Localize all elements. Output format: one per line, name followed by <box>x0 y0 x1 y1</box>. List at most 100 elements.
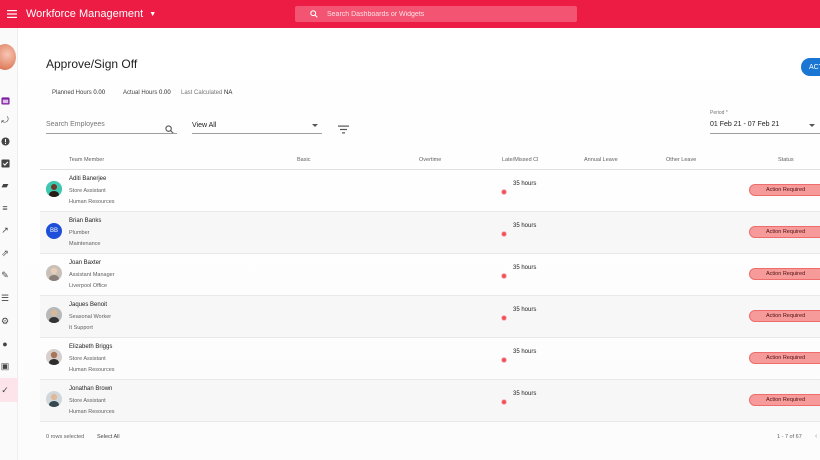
member-name: Joan Baxter <box>69 260 102 266</box>
view-select[interactable]: View All <box>192 122 216 129</box>
open-in-new-icon[interactable]: ⇗ <box>0 247 10 259</box>
checkbox-icon[interactable] <box>0 157 10 169</box>
status-badge[interactable]: Action Required <box>749 268 820 280</box>
table-row[interactable]: Jonathan Brown Store Assistant Human Res… <box>40 380 820 422</box>
rows-selected-count: 0 rows selected <box>46 434 85 440</box>
col-late-missed[interactable]: Late/Missed Cl <box>502 157 538 163</box>
col-other-leave[interactable]: Other Leave <box>666 157 696 163</box>
pagination-range: 1 - 7 of 67 <box>777 434 802 440</box>
planned-hours-value: 0.00 <box>93 90 106 96</box>
avatar <box>46 265 62 281</box>
last-calculated: Last Calculated NA <box>181 90 232 96</box>
select-all-link[interactable]: Select All <box>97 434 120 440</box>
employee-search-underline <box>46 133 177 134</box>
col-overtime[interactable]: Overtime <box>419 157 441 163</box>
global-search[interactable] <box>295 6 577 22</box>
user-avatar[interactable] <box>0 44 16 70</box>
col-team-member[interactable]: Team Member <box>69 157 104 163</box>
sign-off-icon[interactable]: ✓ <box>0 384 10 396</box>
member-name: Elizabeth Briggs <box>69 344 113 350</box>
member-name: Jonathan Brown <box>69 386 113 392</box>
table-row[interactable]: Aditi Banerjee Store Assistant Human Res… <box>40 170 820 212</box>
actual-hours: Actual Hours 0.00 <box>123 90 171 96</box>
caret-down-icon: ▼ <box>149 10 157 18</box>
planned-hours-label: Planned Hours <box>52 90 92 96</box>
main-content: Approve/Sign Off ACT Planned Hours 0.00 … <box>18 28 820 460</box>
status-badge[interactable]: Action Required <box>749 310 820 322</box>
page-title: Approve/Sign Off <box>46 57 138 71</box>
late-hours: 35 hours <box>513 181 537 187</box>
col-annual-leave[interactable]: Annual Leave <box>584 157 618 163</box>
school-icon[interactable]: ▰ <box>0 179 10 191</box>
person-icon[interactable]: ● <box>0 338 10 350</box>
table-row[interactable]: BB Brian Banks Plumber Maintenance 35 ho… <box>40 212 820 254</box>
status-badge[interactable]: Action Required <box>749 226 820 238</box>
late-hours: 35 hours <box>513 349 537 355</box>
filter-icon[interactable] <box>338 121 349 134</box>
late-indicator-icon <box>501 399 507 405</box>
late-indicator-icon <box>501 231 507 237</box>
action-button[interactable]: ACT <box>801 58 820 76</box>
period-caret-icon[interactable] <box>809 124 815 127</box>
table-header: Team Member Basic Overtime Late/Missed C… <box>40 152 820 170</box>
view-select-underline <box>192 133 322 134</box>
app-switcher[interactable]: Workforce Management ▼ <box>26 8 156 20</box>
edit-icon[interactable]: ✎ <box>0 269 10 281</box>
settings-icon[interactable]: ⚙ <box>0 315 10 327</box>
member-role: Store Assistant <box>69 188 106 194</box>
status-badge[interactable]: Action Required <box>749 352 820 364</box>
member-role: Store Assistant <box>69 356 106 362</box>
member-dept: Human Resources <box>69 409 115 415</box>
trending-up-icon[interactable]: ↗ <box>0 224 10 236</box>
table-body: Aditi Banerjee Store Assistant Human Res… <box>40 170 820 422</box>
employee-search-input[interactable] <box>46 121 176 128</box>
swap-icon[interactable]: ⤾ <box>0 114 10 126</box>
event-icon[interactable]: ▣ <box>0 360 10 372</box>
period-underline <box>710 133 820 134</box>
search-icon <box>309 9 319 19</box>
late-hours: 35 hours <box>513 223 537 229</box>
member-role: Plumber <box>69 230 90 236</box>
table-row[interactable]: Jaques Benoit Seasonal Worker It Support… <box>40 296 820 338</box>
avatar <box>46 391 62 407</box>
search-icon[interactable] <box>165 121 174 134</box>
member-dept: It Support <box>69 325 93 331</box>
status-badge[interactable]: Action Required <box>749 394 820 406</box>
member-dept: Human Resources <box>69 367 115 373</box>
hamburger-menu-icon[interactable] <box>2 0 22 28</box>
alert-icon[interactable] <box>0 135 10 147</box>
period-select[interactable]: 01 Feb 21 - 07 Feb 21 <box>710 121 779 128</box>
member-name: Aditi Banerjee <box>69 176 107 182</box>
view-caret-icon[interactable] <box>312 124 318 127</box>
col-status[interactable]: Status <box>778 157 794 163</box>
late-hours: 35 hours <box>513 391 537 397</box>
table-row[interactable]: Joan Baxter Assistant Manager Liverpool … <box>40 254 820 296</box>
planned-hours: Planned Hours 0.00 <box>52 90 105 96</box>
list-icon[interactable]: ≡ <box>0 202 10 214</box>
avatar <box>46 307 62 323</box>
table-row[interactable]: Elizabeth Briggs Store Assistant Human R… <box>40 338 820 380</box>
member-role: Assistant Manager <box>69 272 115 278</box>
status-badge[interactable]: Action Required <box>749 184 820 196</box>
col-basic[interactable]: Basic <box>297 157 310 163</box>
app-title: Workforce Management <box>26 8 144 20</box>
member-dept: Liverpool Office <box>69 283 108 289</box>
member-dept: Maintenance <box>69 241 101 247</box>
member-dept: Human Resources <box>69 199 115 205</box>
member-role: Seasonal Worker <box>69 314 112 320</box>
menu-list-icon[interactable]: ☰ <box>0 292 10 304</box>
actual-hours-label: Actual Hours <box>123 90 158 96</box>
late-indicator-icon <box>501 189 507 195</box>
chevron-left-icon[interactable]: ‹ <box>815 433 817 440</box>
member-name: Jaques Benoit <box>69 302 108 308</box>
late-hours: 35 hours <box>513 307 537 313</box>
global-search-input[interactable] <box>327 10 567 18</box>
calendar-icon[interactable] <box>0 94 10 106</box>
period-label: Period * <box>710 110 728 116</box>
late-hours: 35 hours <box>513 265 537 271</box>
avatar <box>46 181 62 197</box>
late-indicator-icon <box>501 357 507 363</box>
avatar: BB <box>46 223 62 239</box>
actual-hours-value: 0.00 <box>159 90 171 96</box>
member-name: Brian Banks <box>69 218 102 224</box>
